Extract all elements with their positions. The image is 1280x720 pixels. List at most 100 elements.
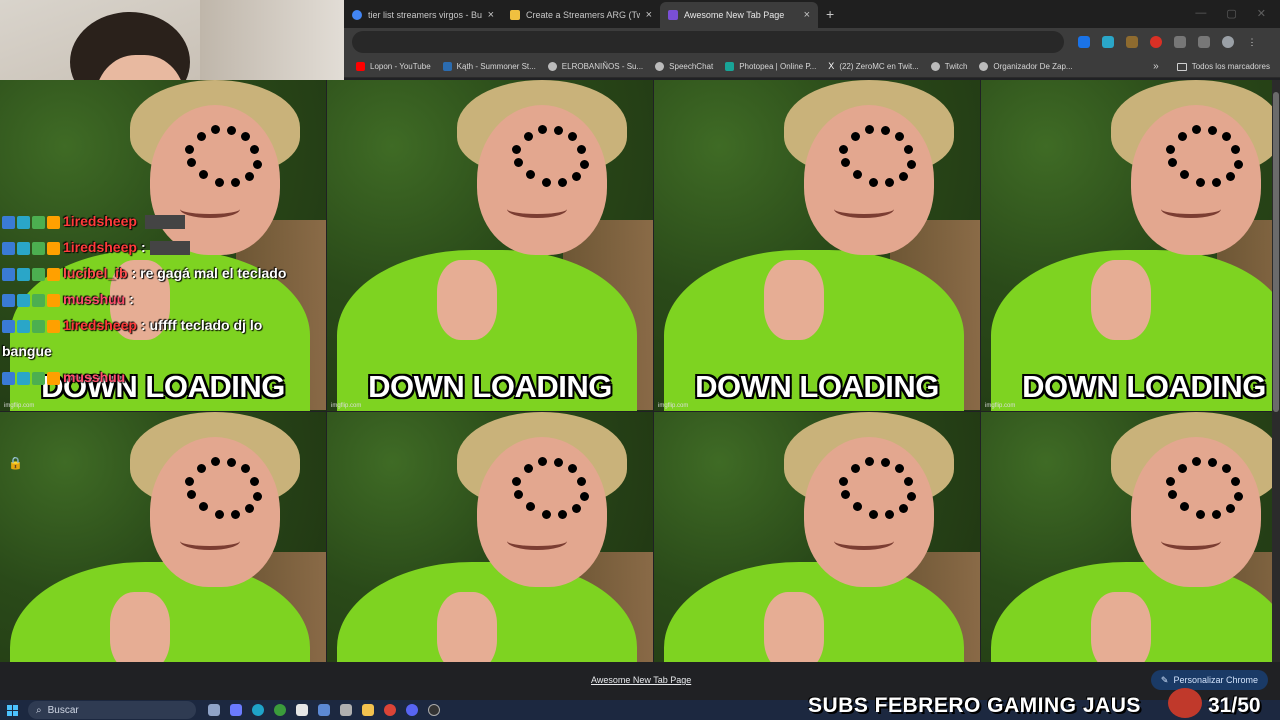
meme-tile: DOWN LOADING imgflip.com [981, 80, 1280, 411]
meme-thumb [1091, 260, 1151, 340]
photopea-icon [725, 62, 735, 71]
extension-3-icon[interactable] [1126, 36, 1138, 48]
spinner-dot [580, 492, 589, 501]
close-tab-icon[interactable]: × [488, 9, 494, 21]
spinner-dot [250, 477, 259, 486]
close-window-icon[interactable]: ✕ [1257, 7, 1266, 20]
bookmark-elrobaninos[interactable]: ELROBANIÑOS - Su... [547, 62, 643, 71]
app-icon[interactable] [340, 704, 352, 716]
spinner-dot [839, 145, 848, 154]
spinner-dot [895, 132, 904, 141]
page-scrollbar[interactable] [1272, 80, 1280, 662]
chrome-icon[interactable] [384, 704, 396, 716]
obs-icon[interactable] [428, 704, 440, 716]
adblock-icon[interactable] [1150, 36, 1162, 48]
extensions-area: ⋮ [1078, 36, 1258, 48]
tab-search[interactable]: tier list streamers virgos - Busca × [344, 2, 502, 28]
bookmark-label: Kąth - Summoner St... [456, 62, 536, 71]
extension-2-icon[interactable] [1102, 36, 1114, 48]
badge-icon [17, 267, 30, 281]
close-tab-icon[interactable]: × [804, 9, 810, 21]
new-tab-button[interactable]: + [818, 6, 842, 28]
bookmark-lopon[interactable]: Lopon - YouTube [356, 62, 431, 71]
watermark: imgflip.com [985, 403, 1016, 409]
chat-message: musshuu: [2, 286, 292, 312]
spinner-dot [514, 158, 523, 167]
chat-badges [2, 293, 60, 307]
bookmarks-overflow-button[interactable]: » [1153, 61, 1159, 72]
extension-1-icon[interactable] [1078, 36, 1090, 48]
chat-message: 1iredsheep [2, 208, 292, 234]
close-tab-icon[interactable]: × [646, 9, 652, 21]
app-icon[interactable] [296, 704, 308, 716]
profile-avatar[interactable] [1222, 36, 1234, 48]
puzzle-icon[interactable] [1174, 36, 1186, 48]
maximize-icon[interactable]: ▢ [1226, 7, 1236, 20]
globe-icon [547, 62, 557, 71]
bookmark-photopea[interactable]: Photopea | Online P... [725, 62, 816, 71]
task-view-icon[interactable] [208, 704, 220, 716]
discord-icon[interactable] [406, 704, 418, 716]
spinner-dot [241, 464, 250, 473]
scrollbar-thumb[interactable] [1273, 92, 1279, 412]
spinner-dot [199, 170, 208, 179]
spinner-dot [1212, 510, 1221, 519]
chat-username[interactable]: 1iredsheep [63, 213, 137, 229]
globe-icon [655, 62, 665, 71]
chat-username[interactable]: lucibel_ib [63, 265, 128, 281]
google-icon [352, 10, 362, 20]
footer-link[interactable]: Awesome New Tab Page [591, 675, 691, 685]
chat-username[interactable]: 1iredsheep [63, 317, 137, 333]
youtube-icon [356, 62, 365, 71]
tab-new-tab-page[interactable]: Awesome New Tab Page × [660, 2, 818, 28]
bookmark-organizador[interactable]: Organizador De Zap... [979, 62, 1073, 71]
windows-start-icon[interactable] [2, 700, 22, 720]
meme-tile: DOWN LOADING imgflip.com [654, 80, 980, 411]
badge-icon [2, 371, 15, 385]
chat-username[interactable]: musshuu [63, 291, 125, 307]
minimize-icon[interactable]: — [1195, 7, 1206, 20]
chat-username[interactable]: 1iredsheep [63, 239, 137, 255]
spinner-dot [865, 125, 874, 134]
loading-spinner-dots [502, 442, 602, 542]
spinner-dot [253, 160, 262, 169]
x-icon: X [828, 61, 835, 71]
xbox-icon[interactable] [274, 704, 286, 716]
meme-thumb [764, 592, 824, 663]
badge-icon [47, 267, 60, 281]
spinner-dot [1196, 510, 1205, 519]
bookmark-twitch[interactable]: Twitch [930, 62, 967, 71]
chat-username[interactable]: musshuu [63, 369, 125, 385]
store-icon[interactable] [318, 704, 330, 716]
spinner-dot [524, 132, 533, 141]
all-bookmarks-label: Todos los marcadores [1191, 62, 1270, 71]
reading-list-icon[interactable] [1198, 36, 1210, 48]
taskbar-apps [208, 704, 440, 716]
spinner-dot [1180, 170, 1189, 179]
bookmark-speechchat[interactable]: SpeechChat [655, 62, 713, 71]
subs-goal-counter: 31/50 [1208, 694, 1261, 717]
spinner-dot [526, 170, 535, 179]
badge-icon [17, 215, 30, 229]
menu-icon[interactable]: ⋮ [1246, 36, 1258, 48]
spinner-dot [1168, 490, 1177, 499]
spinner-dot [568, 132, 577, 141]
customize-chrome-button[interactable]: ✎ Personalizar Chrome [1150, 670, 1268, 690]
copilot-icon[interactable] [230, 704, 242, 716]
spinner-dot [1231, 145, 1240, 154]
bookmark-zeromc[interactable]: X (22) ZeroMC en Twit... [828, 61, 918, 72]
spinner-dot [580, 160, 589, 169]
spinner-dot [1234, 160, 1243, 169]
all-bookmarks-button[interactable]: Todos los marcadores [1176, 62, 1270, 71]
badge-icon [47, 215, 60, 229]
spinner-dot [1226, 504, 1235, 513]
loading-spinner-dots [829, 442, 929, 542]
chat-emote [149, 241, 190, 256]
taskbar-search[interactable]: ⌕ Buscar [28, 701, 196, 719]
site-icon [442, 62, 452, 71]
bookmark-kath[interactable]: Kąth - Summoner St... [442, 62, 536, 71]
tab-arg[interactable]: Create a Streamers ARG (Twitch × [502, 2, 660, 28]
edge-icon[interactable] [252, 704, 264, 716]
address-bar[interactable] [352, 31, 1064, 53]
folder-icon[interactable] [362, 704, 374, 716]
